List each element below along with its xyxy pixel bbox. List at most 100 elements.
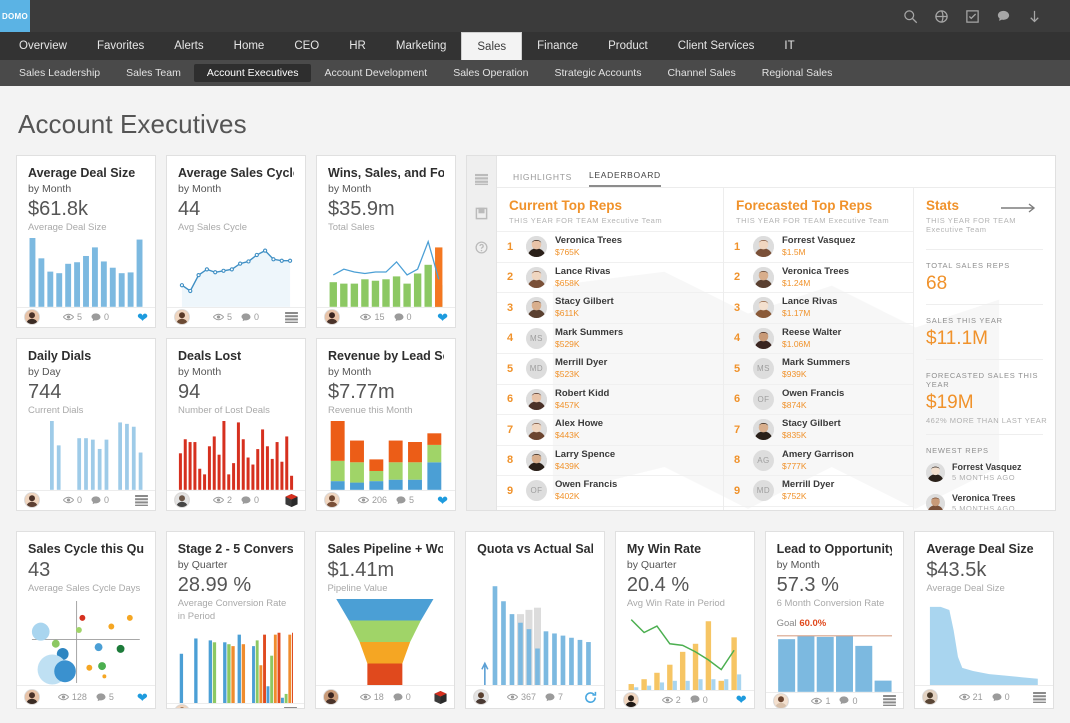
- footer-action[interactable]: [135, 494, 148, 506]
- leaderboard-row[interactable]: 8 Larry Spence $439K: [497, 444, 723, 476]
- cube-icon[interactable]: [285, 493, 298, 507]
- leaderboard-row[interactable]: 9 OF Owen Francis $402K: [497, 475, 723, 506]
- list-icon[interactable]: [285, 311, 298, 323]
- card-subtitle: by Day: [28, 366, 61, 378]
- person-row[interactable]: Forrest Vasquez 5 MONTHS AGO: [914, 457, 1055, 488]
- download-icon[interactable]: [1027, 9, 1042, 24]
- footer-action[interactable]: [285, 311, 298, 323]
- sync-icon[interactable]: [584, 691, 597, 704]
- leaderboard-row[interactable]: 7 Stacy Gilbert $835K: [724, 414, 913, 445]
- cube-icon[interactable]: [434, 690, 447, 704]
- list-view-icon[interactable]: [475, 173, 488, 186]
- subnav-item-strategic-accounts[interactable]: Strategic Accounts: [541, 64, 654, 82]
- card-average-deal-size-2[interactable]: Average Deal Size $43.5k Average Deal Si…: [914, 531, 1055, 709]
- footer-action[interactable]: [883, 695, 897, 707]
- avatar: [772, 692, 789, 708]
- footer-action[interactable]: ❤: [137, 311, 148, 324]
- footer-action[interactable]: [1033, 691, 1046, 703]
- nav-item-overview[interactable]: Overview: [4, 32, 82, 60]
- nav-item-home[interactable]: Home: [219, 32, 280, 60]
- tab-leaderboard[interactable]: LEADERBOARD: [588, 170, 661, 187]
- leaderboard-row[interactable]: 6 Robert Kidd $457K: [497, 383, 723, 415]
- list-icon[interactable]: [135, 494, 148, 506]
- globe-icon[interactable]: [934, 9, 949, 24]
- footer-action[interactable]: ❤: [437, 311, 448, 324]
- nav-item-finance[interactable]: Finance: [522, 32, 593, 60]
- leaderboard-row[interactable]: 9 MD Merrill Dyer $752K: [724, 475, 913, 506]
- nav-item-alerts[interactable]: Alerts: [159, 32, 218, 60]
- card-lead-to-opportunity[interactable]: Lead to Opportunity Con... by Month 57.3…: [764, 531, 905, 709]
- card-row-2: Daily Dials by Day 744 Current Dials 0 0: [16, 338, 456, 511]
- leaderboard-row[interactable]: 6 OF Owen Francis $874K: [724, 383, 913, 415]
- next-arrow-icon[interactable]: [1001, 202, 1037, 214]
- subnav-item-channel-sales[interactable]: Channel Sales: [654, 64, 748, 82]
- footer-action[interactable]: [284, 706, 298, 709]
- card-sales-pipeline-won[interactable]: Sales Pipeline + Won $1.41m Pipeline Val…: [315, 531, 456, 709]
- leaderboard-row[interactable]: 3 Lance Rivas $1.17M: [724, 292, 913, 323]
- avatar-photo: [526, 388, 547, 410]
- footer-action[interactable]: ❤: [437, 494, 448, 507]
- footer-action[interactable]: ❤: [736, 693, 747, 706]
- leaderboard-row[interactable]: 5 MS Mark Summers $939K: [724, 353, 913, 384]
- nav-item-sales[interactable]: Sales: [461, 32, 523, 60]
- footer-action[interactable]: ❤: [137, 691, 148, 704]
- avatar-photo: [526, 297, 547, 319]
- list-icon[interactable]: [1033, 691, 1046, 703]
- subnav-item-regional-sales[interactable]: Regional Sales: [749, 64, 846, 82]
- tab-highlights[interactable]: HIGHLIGHTS: [513, 172, 572, 187]
- leaderboard-row[interactable]: 3 Stacy Gilbert $611K: [497, 292, 723, 323]
- nav-item-favorites[interactable]: Favorites: [82, 32, 159, 60]
- heart-icon[interactable]: ❤: [137, 311, 148, 324]
- nav-item-marketing[interactable]: Marketing: [381, 32, 462, 60]
- footer-action[interactable]: [285, 493, 298, 507]
- leaderboard-row[interactable]: 10Preston Barr: [497, 505, 723, 511]
- nav-item-hr[interactable]: HR: [334, 32, 381, 60]
- subnav-item-sales-team[interactable]: Sales Team: [113, 64, 194, 82]
- chat-icon[interactable]: [996, 9, 1011, 24]
- leaderboard-row[interactable]: 7 Alex Howe $443K: [497, 414, 723, 445]
- list-icon[interactable]: [284, 706, 298, 709]
- avatar: AG: [753, 449, 774, 471]
- card-average-deal-size[interactable]: Average Deal Size by Month $61.8k Averag…: [16, 155, 156, 328]
- tasks-icon[interactable]: [965, 9, 980, 24]
- heart-icon[interactable]: ❤: [437, 311, 448, 324]
- subnav-item-sales-leadership[interactable]: Sales Leadership: [6, 64, 113, 82]
- person-row[interactable]: Veronica Trees 5 MONTHS AGO: [914, 488, 1055, 510]
- leaderboard-row[interactable]: 1 Veronica Trees $765K: [497, 231, 723, 262]
- card-average-sales-cycle[interactable]: Average Sales Cycle by Month 44 Avg Sale…: [166, 155, 306, 328]
- card-my-win-rate[interactable]: My Win Rate by Quarter 20.4 % Avg Win Ra…: [614, 531, 755, 709]
- card-sales-cycle-this-quarter[interactable]: Sales Cycle this Quarter 43 Average Sale…: [16, 531, 156, 709]
- nav-item-ceo[interactable]: CEO: [279, 32, 334, 60]
- leaderboard-row[interactable]: 4 Reese Walter $1.06M: [724, 322, 913, 354]
- leaderboard-row[interactable]: 10Robert Kidd: [724, 505, 913, 511]
- card-deals-lost[interactable]: Deals Lost by Month 94 Number of Lost De…: [166, 338, 306, 511]
- leaderboard-row[interactable]: 2 Veronica Trees $1.24M: [724, 261, 913, 293]
- subnav-item-account-executives[interactable]: Account Executives: [193, 64, 312, 82]
- leaderboard-row[interactable]: 8 AG Amery Garrison $777K: [724, 444, 913, 476]
- card-revenue-by-lead-source[interactable]: Revenue by Lead Source by Month $7.77m R…: [316, 338, 456, 511]
- footer-action[interactable]: [584, 691, 597, 704]
- card-wins-sales-forecast[interactable]: Wins, Sales, and Forecast by Month $35.9…: [316, 155, 456, 328]
- save-card-icon[interactable]: [475, 207, 488, 220]
- search-icon[interactable]: [903, 9, 918, 24]
- heart-icon[interactable]: ❤: [437, 494, 448, 507]
- help-icon[interactable]: [475, 241, 488, 254]
- nav-item-client-services[interactable]: Client Services: [663, 32, 770, 60]
- leaderboard-row[interactable]: 1 Forrest Vasquez $1.5M: [724, 231, 913, 262]
- domo-logo[interactable]: DOMO: [0, 0, 30, 32]
- leaderboard-row[interactable]: 5 MD Merrill Dyer $523K: [497, 353, 723, 384]
- nav-item-product[interactable]: Product: [593, 32, 663, 60]
- subnav-item-account-development[interactable]: Account Development: [311, 64, 440, 82]
- heart-icon[interactable]: ❤: [736, 693, 747, 706]
- heart-icon[interactable]: ❤: [137, 691, 148, 704]
- list-icon[interactable]: [883, 695, 897, 707]
- card-leaderboard[interactable]: HIGHLIGHTS LEADERBOARD Current Top Reps T…: [466, 155, 1056, 511]
- card-stage-2-5-conversion[interactable]: Stage 2 - 5 Conversion by Quarter 28.99 …: [165, 531, 306, 709]
- leaderboard-row[interactable]: 2 Lance Rivas $658K: [497, 261, 723, 293]
- subnav-item-sales-operation[interactable]: Sales Operation: [440, 64, 541, 82]
- footer-action[interactable]: [434, 690, 447, 704]
- leaderboard-row[interactable]: 4 MS Mark Summers $529K: [497, 322, 723, 354]
- nav-item-it[interactable]: IT: [769, 32, 809, 60]
- card-daily-dials[interactable]: Daily Dials by Day 744 Current Dials 0 0: [16, 338, 156, 511]
- card-quota-vs-actual-sale[interactable]: Quota vs Actual Sale 367 7: [465, 531, 605, 709]
